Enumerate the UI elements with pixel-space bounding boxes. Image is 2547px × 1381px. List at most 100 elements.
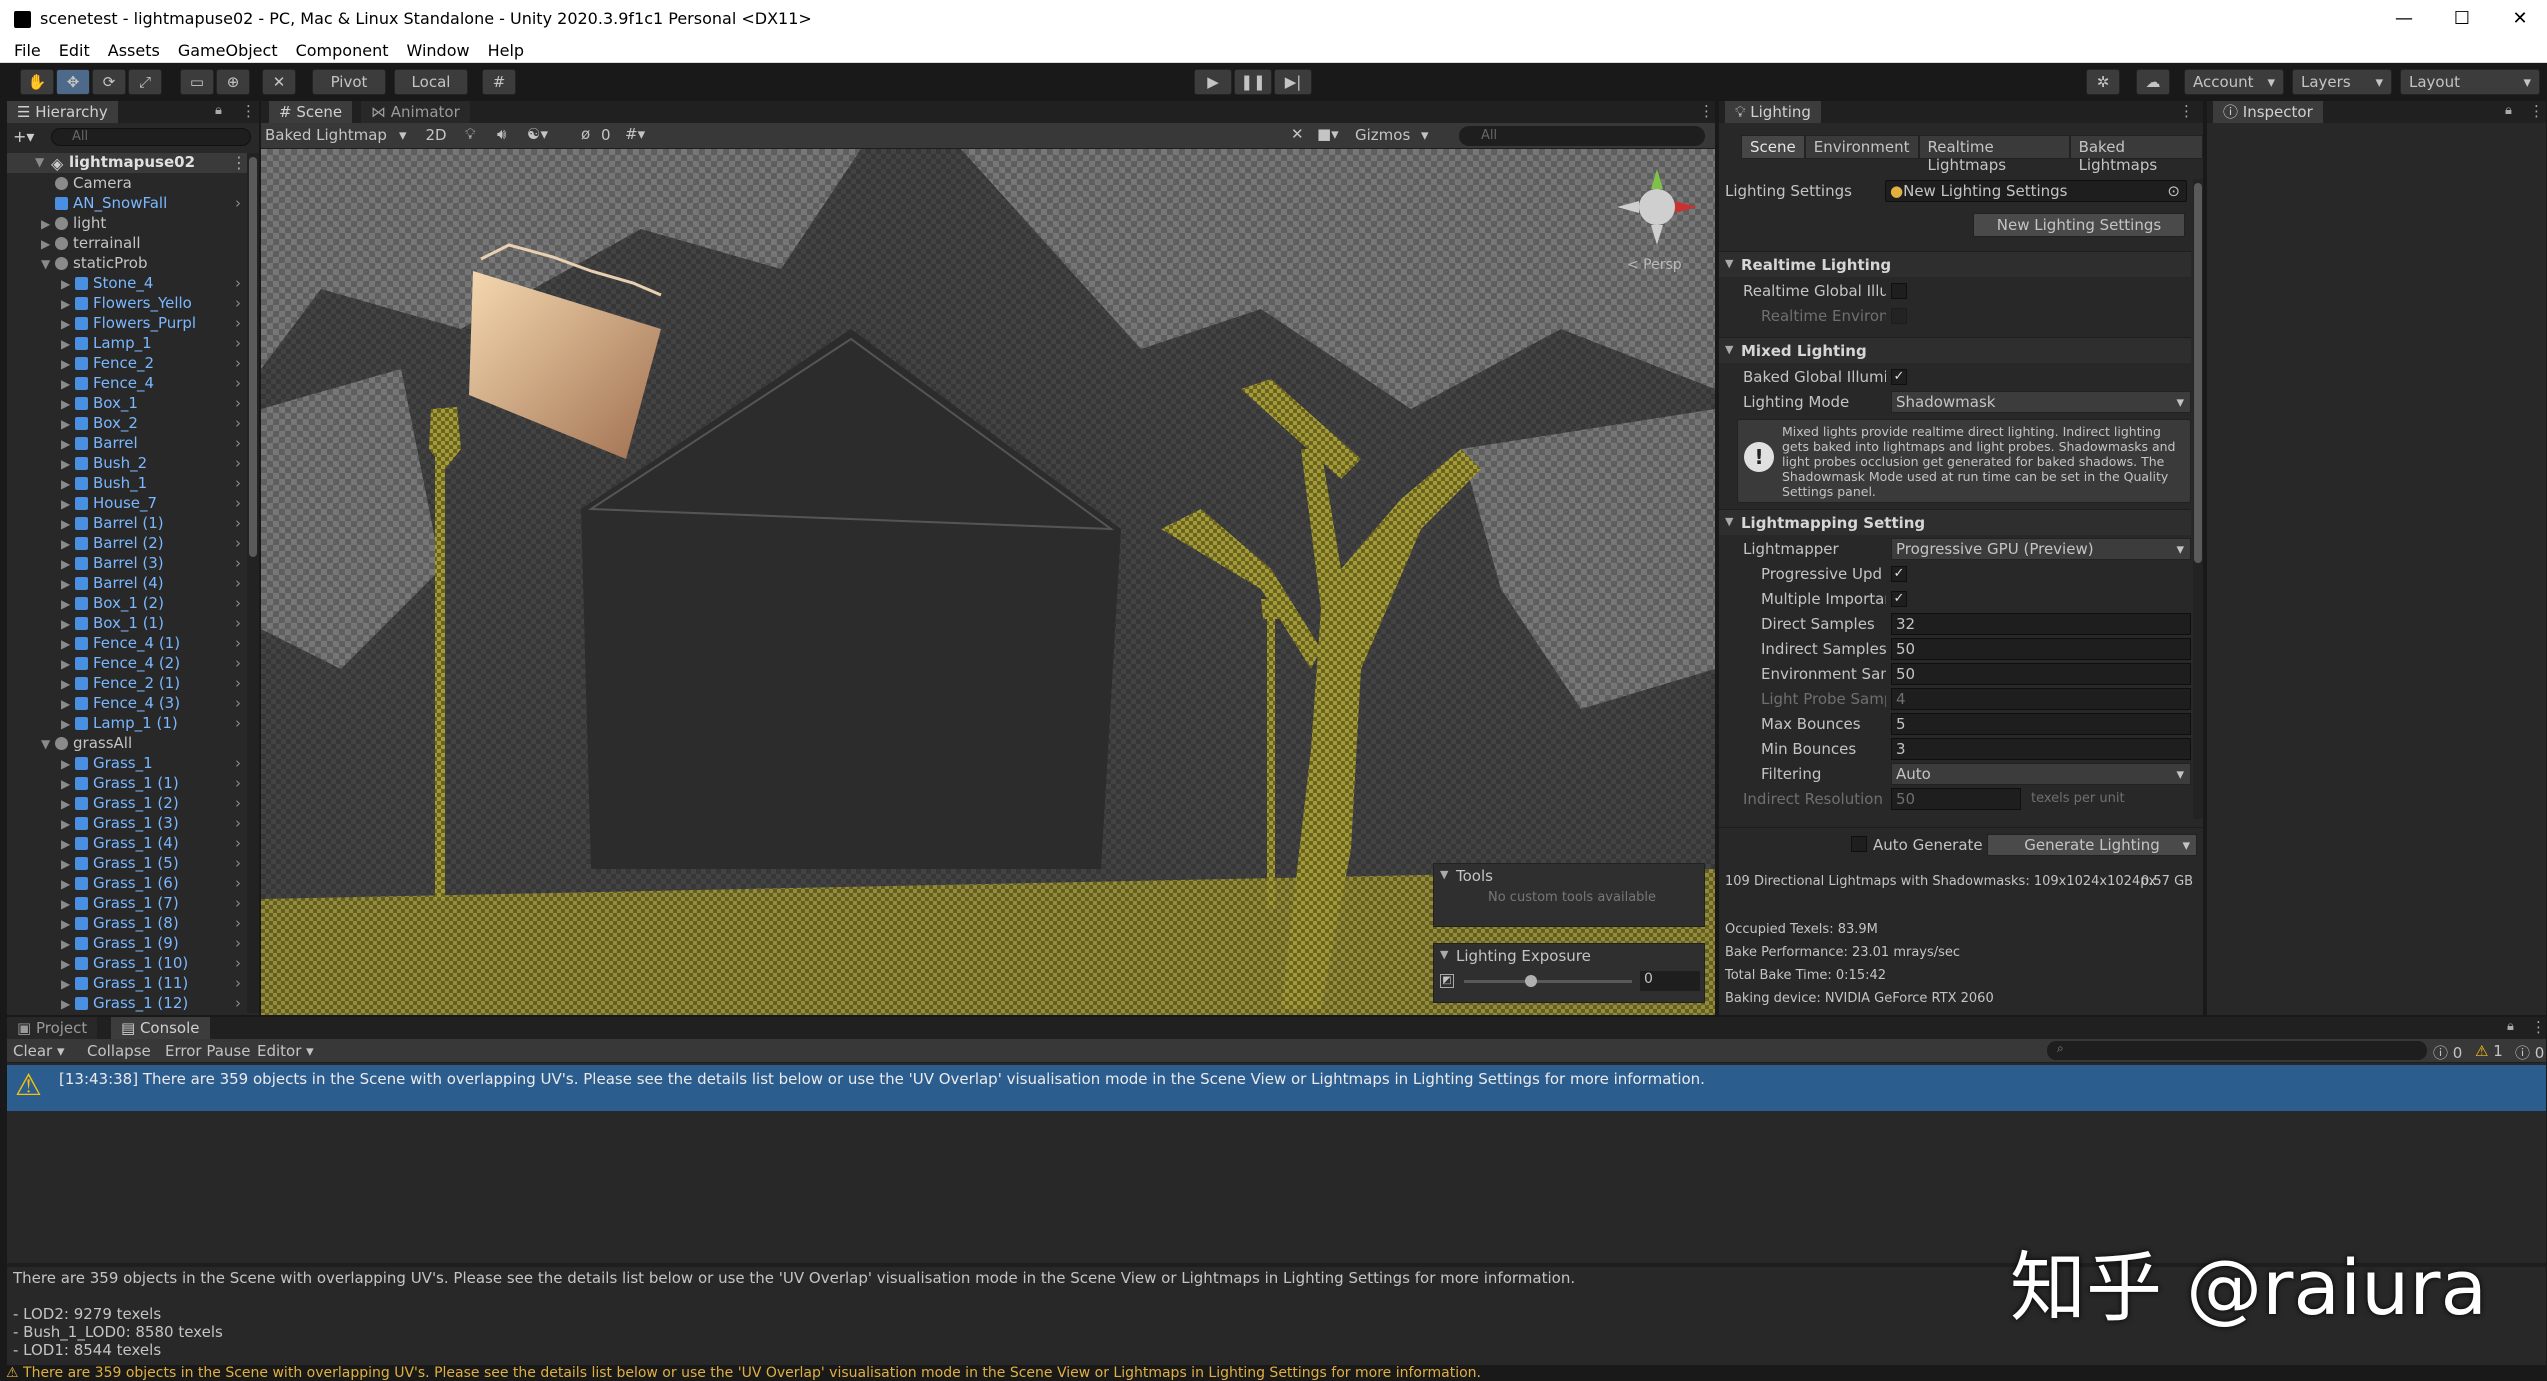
expand-arrow-icon[interactable]: ▶ [61, 594, 75, 614]
hierarchy-item[interactable]: Camera [7, 173, 251, 193]
prefab-open-icon[interactable]: › [235, 393, 241, 413]
hierarchy-item[interactable]: ▶ Grass_1 (5) › [7, 853, 251, 873]
hierarchy-item[interactable]: ▶ Fence_4 › [7, 373, 251, 393]
hierarchy-item[interactable]: ▶ Bush_1 › [7, 473, 251, 493]
hierarchy-scrollbar[interactable] [247, 153, 259, 1013]
hierarchy-item[interactable]: ▶ Lamp_1 › [7, 333, 251, 353]
hierarchy-item[interactable]: ▶ Fence_4 (1) › [7, 633, 251, 653]
hierarchy-item[interactable]: ▶ Bush_2 › [7, 453, 251, 473]
warning-count-toggle[interactable]: ⚠ 1 [2475, 1042, 2503, 1060]
expand-arrow-icon[interactable]: ▶ [61, 474, 75, 494]
expand-arrow-icon[interactable]: ▶ [61, 974, 75, 994]
prefab-open-icon[interactable]: › [235, 953, 241, 973]
expand-arrow-icon[interactable]: ▶ [61, 294, 75, 314]
status-bar[interactable]: ⚠ There are 359 objects in the Scene wit… [0, 1366, 2547, 1381]
hierarchy-item[interactable]: ▶ Grass_1 (4) › [7, 833, 251, 853]
prefab-open-icon[interactable]: › [235, 933, 241, 953]
pause-button[interactable]: ❚❚ [1234, 69, 1272, 95]
lock-icon[interactable]: 🔒︎ [2505, 103, 2512, 118]
expand-arrow-icon[interactable]: ▶ [61, 554, 75, 574]
prefab-open-icon[interactable]: › [235, 413, 241, 433]
tools-toggle-icon[interactable]: ✕ [1291, 125, 1304, 143]
prefab-open-icon[interactable]: › [235, 333, 241, 353]
expand-arrow-icon[interactable]: ▶ [61, 914, 75, 934]
prefab-open-icon[interactable]: › [235, 813, 241, 833]
prefab-open-icon[interactable]: › [235, 913, 241, 933]
prefab-open-icon[interactable]: › [235, 353, 241, 373]
collapse-arrow-icon[interactable]: ▼ [1440, 868, 1448, 881]
step-button[interactable]: ▶| [1274, 69, 1312, 95]
expand-arrow-icon[interactable]: ▶ [61, 694, 75, 714]
audio-toggle-icon[interactable]: 🔊︎ [497, 125, 506, 143]
clear-button[interactable]: Clear ▾ [13, 1042, 65, 1060]
hierarchy-item[interactable]: ▶ Lamp_1 (1) › [7, 713, 251, 733]
menu-file[interactable]: File [14, 41, 41, 60]
prefab-open-icon[interactable]: › [235, 453, 241, 473]
prefab-open-icon[interactable]: › [235, 313, 241, 333]
expand-arrow-icon[interactable]: ▶ [41, 234, 55, 254]
collab-icon[interactable]: ✲ [2086, 69, 2120, 95]
menu-gameobject[interactable]: GameObject [178, 41, 278, 60]
menu-assets[interactable]: Assets [108, 41, 160, 60]
baked-gi-checkbox[interactable]: ✓ [1891, 369, 1907, 385]
persp-label[interactable]: < Persp [1627, 257, 1682, 273]
new-lighting-settings-button[interactable]: New Lighting Settings [1973, 213, 2185, 237]
tab-project[interactable]: ▣ Project [7, 1017, 98, 1039]
prefab-open-icon[interactable]: › [235, 993, 241, 1013]
hidden-objects-icon[interactable]: ø [581, 125, 590, 143]
expand-arrow-icon[interactable]: ▶ [61, 434, 75, 454]
prefab-open-icon[interactable]: › [235, 593, 241, 613]
exposure-slider-track[interactable] [1464, 975, 1632, 987]
expand-arrow-icon[interactable]: ▶ [61, 794, 75, 814]
expand-arrow-icon[interactable]: ▶ [61, 574, 75, 594]
hierarchy-item[interactable]: ▶ Grass_1 (12) › [7, 993, 251, 1013]
expand-arrow-icon[interactable]: ▶ [61, 934, 75, 954]
expand-arrow-icon[interactable]: ▶ [61, 994, 75, 1013]
hierarchy-item[interactable]: ▶ Grass_1 (8) › [7, 913, 251, 933]
indirect-resolution-field[interactable]: 50 [1891, 788, 2021, 810]
expand-arrow-icon[interactable]: ▼ [41, 734, 55, 754]
hierarchy-item[interactable]: ▶ Barrel (4) › [7, 573, 251, 593]
maximize-button[interactable]: ☐ [2442, 4, 2482, 34]
effects-icon[interactable]: ☯▾ [527, 125, 548, 143]
prefab-open-icon[interactable]: › [235, 673, 241, 693]
info-count-toggle[interactable]: ⓘ 0 [2433, 1042, 2462, 1063]
prefab-open-icon[interactable]: › [235, 653, 241, 673]
hand-tool-icon[interactable]: ✋ [20, 69, 54, 95]
hierarchy-item[interactable]: ▶ Flowers_Purpl › [7, 313, 251, 333]
subtab-scene[interactable]: Scene [1741, 135, 1805, 159]
lighting-settings-field[interactable]: ●New Lighting Settings ⊙ [1885, 180, 2187, 202]
hierarchy-search-input[interactable]: All [51, 128, 251, 146]
hierarchy-item[interactable]: ▶ Grass_1 (9) › [7, 933, 251, 953]
grid-snap-icon[interactable]: # [482, 69, 516, 95]
prefab-open-icon[interactable]: › [235, 753, 241, 773]
lighting-scrollbar[interactable] [2193, 179, 2203, 819]
mixed-lighting-header[interactable]: ▼ Mixed Lighting [1719, 337, 2191, 363]
lighting-toggle-icon[interactable]: 💡︎ [465, 125, 476, 143]
camera-icon[interactable]: ■▾ [1317, 125, 1339, 143]
hierarchy-item[interactable]: ▶ light [7, 213, 251, 233]
max-bounces-field[interactable]: 5 [1891, 713, 2191, 735]
subtab-baked-lightmaps[interactable]: Baked Lightmaps [2069, 135, 2203, 174]
menu-edit[interactable]: Edit [59, 41, 90, 60]
hierarchy-item[interactable]: ▶ Grass_1 (7) › [7, 893, 251, 913]
layers-dropdown[interactable]: Layers ▾ [2292, 69, 2392, 95]
expand-arrow-icon[interactable]: ▶ [61, 674, 75, 694]
prefab-open-icon[interactable]: › [235, 853, 241, 873]
hierarchy-item[interactable]: ▼ grassAll [7, 733, 251, 753]
error-count-toggle[interactable]: ⓘ 0 [2515, 1042, 2544, 1063]
realtime-gi-checkbox[interactable] [1891, 283, 1907, 299]
expand-arrow-icon[interactable]: ▶ [61, 854, 75, 874]
hierarchy-item[interactable]: ▶ Box_1 › [7, 393, 251, 413]
min-bounces-field[interactable]: 3 [1891, 738, 2191, 760]
prefab-open-icon[interactable]: › [235, 873, 241, 893]
object-picker-icon[interactable]: ⊙ [2167, 181, 2180, 201]
collapse-button[interactable]: Collapse [87, 1042, 151, 1060]
more-options-icon[interactable]: ⋮ [2531, 1018, 2546, 1036]
prefab-open-icon[interactable]: › [235, 893, 241, 913]
scrollbar-thumb[interactable] [249, 157, 257, 557]
hierarchy-item[interactable]: ▶ Grass_1 (11) › [7, 973, 251, 993]
lock-icon[interactable]: 🔒︎ [215, 103, 222, 118]
expand-arrow-icon[interactable]: ▶ [61, 634, 75, 654]
indirect-samples-field[interactable]: 50 [1891, 638, 2191, 660]
